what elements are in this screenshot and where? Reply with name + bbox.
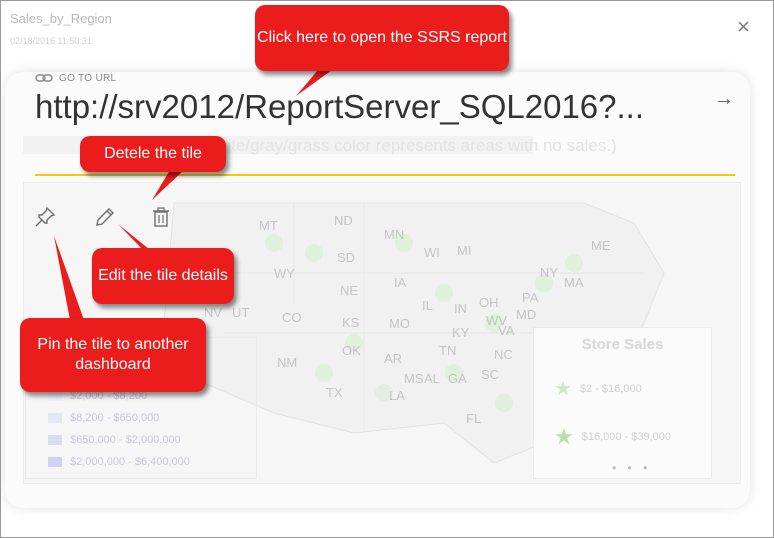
callout-edit-tile: Edit the tile details (92, 248, 234, 304)
callout-pin-tile: Pin the tile to another dashboard (20, 318, 206, 392)
callout-open-report: Click here to open the SSRS report (255, 5, 509, 71)
callout-delete-tile: Detele the tile (80, 136, 226, 172)
